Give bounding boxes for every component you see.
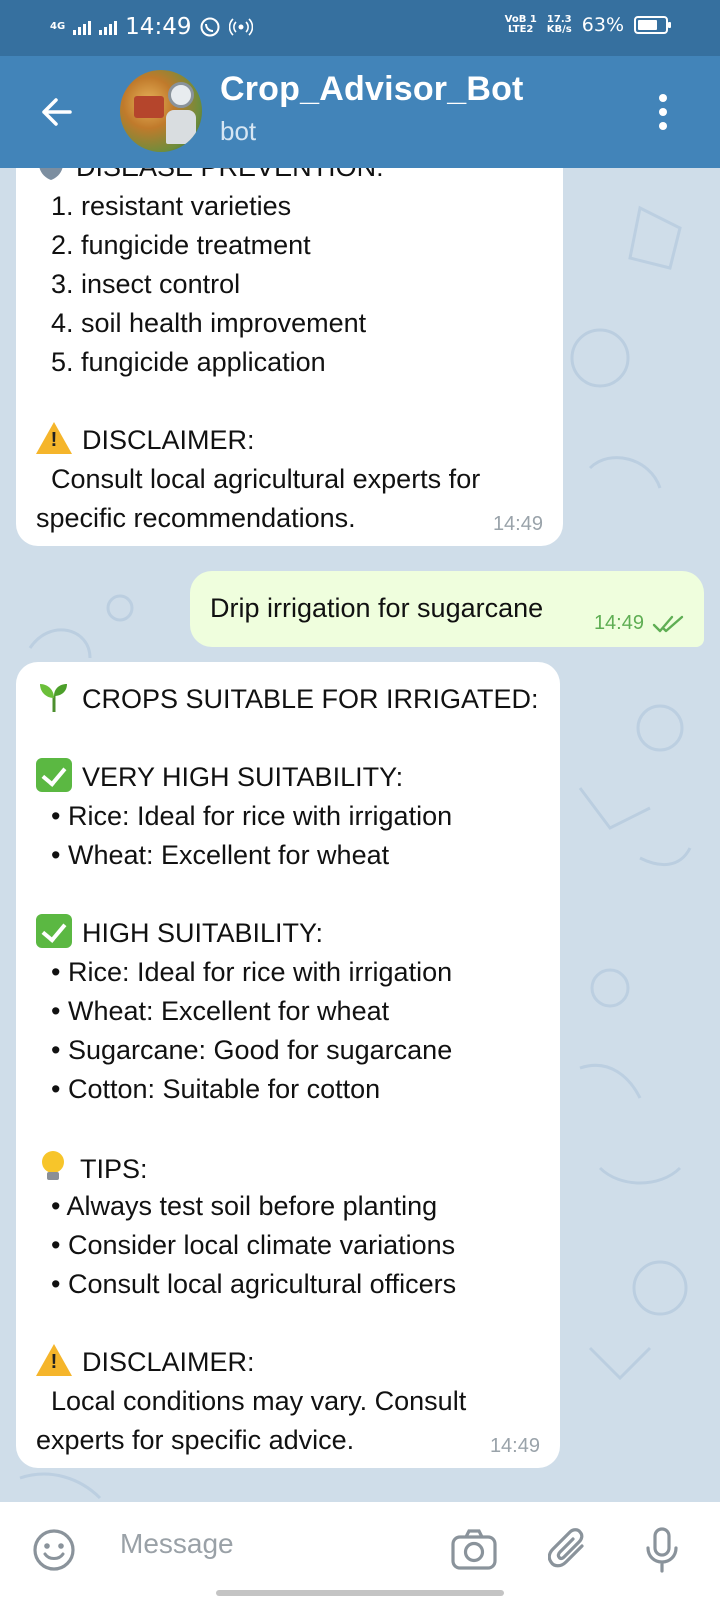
gesture-bar bbox=[216, 1590, 504, 1596]
chat-area[interactable]: DISEASE PREVENTION: 1. resistant varieti… bbox=[0, 168, 720, 1502]
message-line: ! DISCLAIMER: bbox=[36, 1343, 540, 1382]
message-line: HIGH SUITABILITY: bbox=[36, 914, 540, 953]
chat-subtitle: bot bbox=[220, 116, 257, 146]
warning-icon: ! bbox=[36, 1344, 72, 1376]
hotspot-icon bbox=[229, 18, 254, 36]
message-line: • Cotton: Suitable for cotton bbox=[36, 1074, 381, 1104]
signal-icon bbox=[73, 19, 92, 35]
message-line: experts for specific advice. bbox=[36, 1425, 355, 1455]
message-line: ! DISCLAIMER: bbox=[36, 421, 543, 460]
check-mark-icon bbox=[36, 914, 72, 948]
message-line: • Wheat: Excellent for wheat bbox=[36, 996, 390, 1026]
message-line: Consult local agricultural experts for bbox=[36, 464, 481, 494]
warning-icon: ! bbox=[36, 422, 72, 454]
message-line: specific recommendations. bbox=[36, 503, 356, 533]
battery-icon bbox=[634, 16, 671, 34]
whatsapp-icon bbox=[200, 17, 220, 37]
attach-icon[interactable] bbox=[548, 1526, 590, 1572]
message-line: 2. fungicide treatment bbox=[36, 230, 311, 260]
message-line: 5. fungicide application bbox=[36, 347, 326, 377]
incoming-message[interactable]: DISEASE PREVENTION: 1. resistant varieti… bbox=[16, 168, 563, 546]
seedling-icon bbox=[40, 684, 67, 712]
message-time: 14:49 bbox=[593, 612, 644, 634]
emoji-icon[interactable] bbox=[32, 1528, 76, 1572]
message-line: TIPS: bbox=[36, 1148, 540, 1187]
incoming-message[interactable]: CROPS SUITABLE FOR IRRIGATED: VERY HIGH … bbox=[16, 662, 560, 1468]
message-line: DISEASE PREVENTION: bbox=[36, 168, 543, 187]
message-line bbox=[36, 875, 540, 914]
message-line: VERY HIGH SUITABILITY: bbox=[36, 758, 540, 797]
message-line bbox=[36, 382, 543, 421]
arrow-left-icon[interactable] bbox=[36, 92, 76, 132]
message-line: • Wheat: Excellent for wheat bbox=[36, 840, 390, 870]
more-vertical-icon[interactable] bbox=[658, 94, 668, 130]
message-line bbox=[36, 1304, 540, 1343]
message-line: Local conditions may vary. Consult bbox=[36, 1386, 467, 1416]
message-line: • Rice: Ideal for rice with irrigation bbox=[36, 801, 453, 831]
message-line: • Always test soil before planting bbox=[36, 1191, 438, 1221]
message-line bbox=[36, 719, 540, 758]
double-check-icon bbox=[652, 615, 684, 633]
net-speed-unit: KB/s bbox=[546, 24, 572, 35]
clock: 14:49 bbox=[125, 14, 192, 40]
message-line: • Consult local agricultural officers bbox=[36, 1269, 457, 1299]
message-line: CROPS SUITABLE FOR IRRIGATED: bbox=[36, 680, 540, 719]
chat-title[interactable]: Crop_Advisor_Bot bbox=[220, 70, 524, 109]
message-line: 1. resistant varieties bbox=[36, 191, 292, 221]
message-line bbox=[36, 1109, 540, 1148]
message-time: 14:49 bbox=[489, 1435, 540, 1457]
message-line: 4. soil health improvement bbox=[36, 308, 367, 338]
message-time: 14:49 bbox=[492, 513, 543, 535]
signal-2-icon bbox=[99, 19, 118, 35]
battery-percent: 63% bbox=[581, 14, 624, 36]
shield-icon bbox=[39, 168, 63, 180]
lte-label: LTE2 bbox=[508, 24, 534, 35]
message-line: • Rice: Ideal for rice with irrigation bbox=[36, 957, 453, 987]
message-line: • Sugarcane: Good for sugarcane bbox=[36, 1035, 453, 1065]
message-text: Drip irrigation for sugarcane bbox=[210, 593, 544, 623]
microphone-icon[interactable] bbox=[644, 1526, 680, 1574]
message-composer: Message bbox=[0, 1502, 720, 1600]
message-line: • Consider local climate variations bbox=[36, 1230, 456, 1260]
network-type: 4G bbox=[50, 21, 66, 32]
chat-header: Crop_Advisor_Bot bot bbox=[0, 56, 720, 168]
outgoing-message[interactable]: Drip irrigation for sugarcane 14:49 bbox=[190, 571, 704, 647]
status-bar: 4G 14:49 VoB 1 LTE2 17.3 KB/s 63% bbox=[0, 0, 720, 56]
light-bulb-icon bbox=[42, 1151, 64, 1180]
message-input[interactable]: Message bbox=[120, 1528, 234, 1560]
check-mark-icon bbox=[36, 758, 72, 792]
camera-icon[interactable] bbox=[450, 1528, 498, 1572]
message-line: 3. insect control bbox=[36, 269, 241, 299]
bot-avatar[interactable] bbox=[120, 70, 202, 152]
